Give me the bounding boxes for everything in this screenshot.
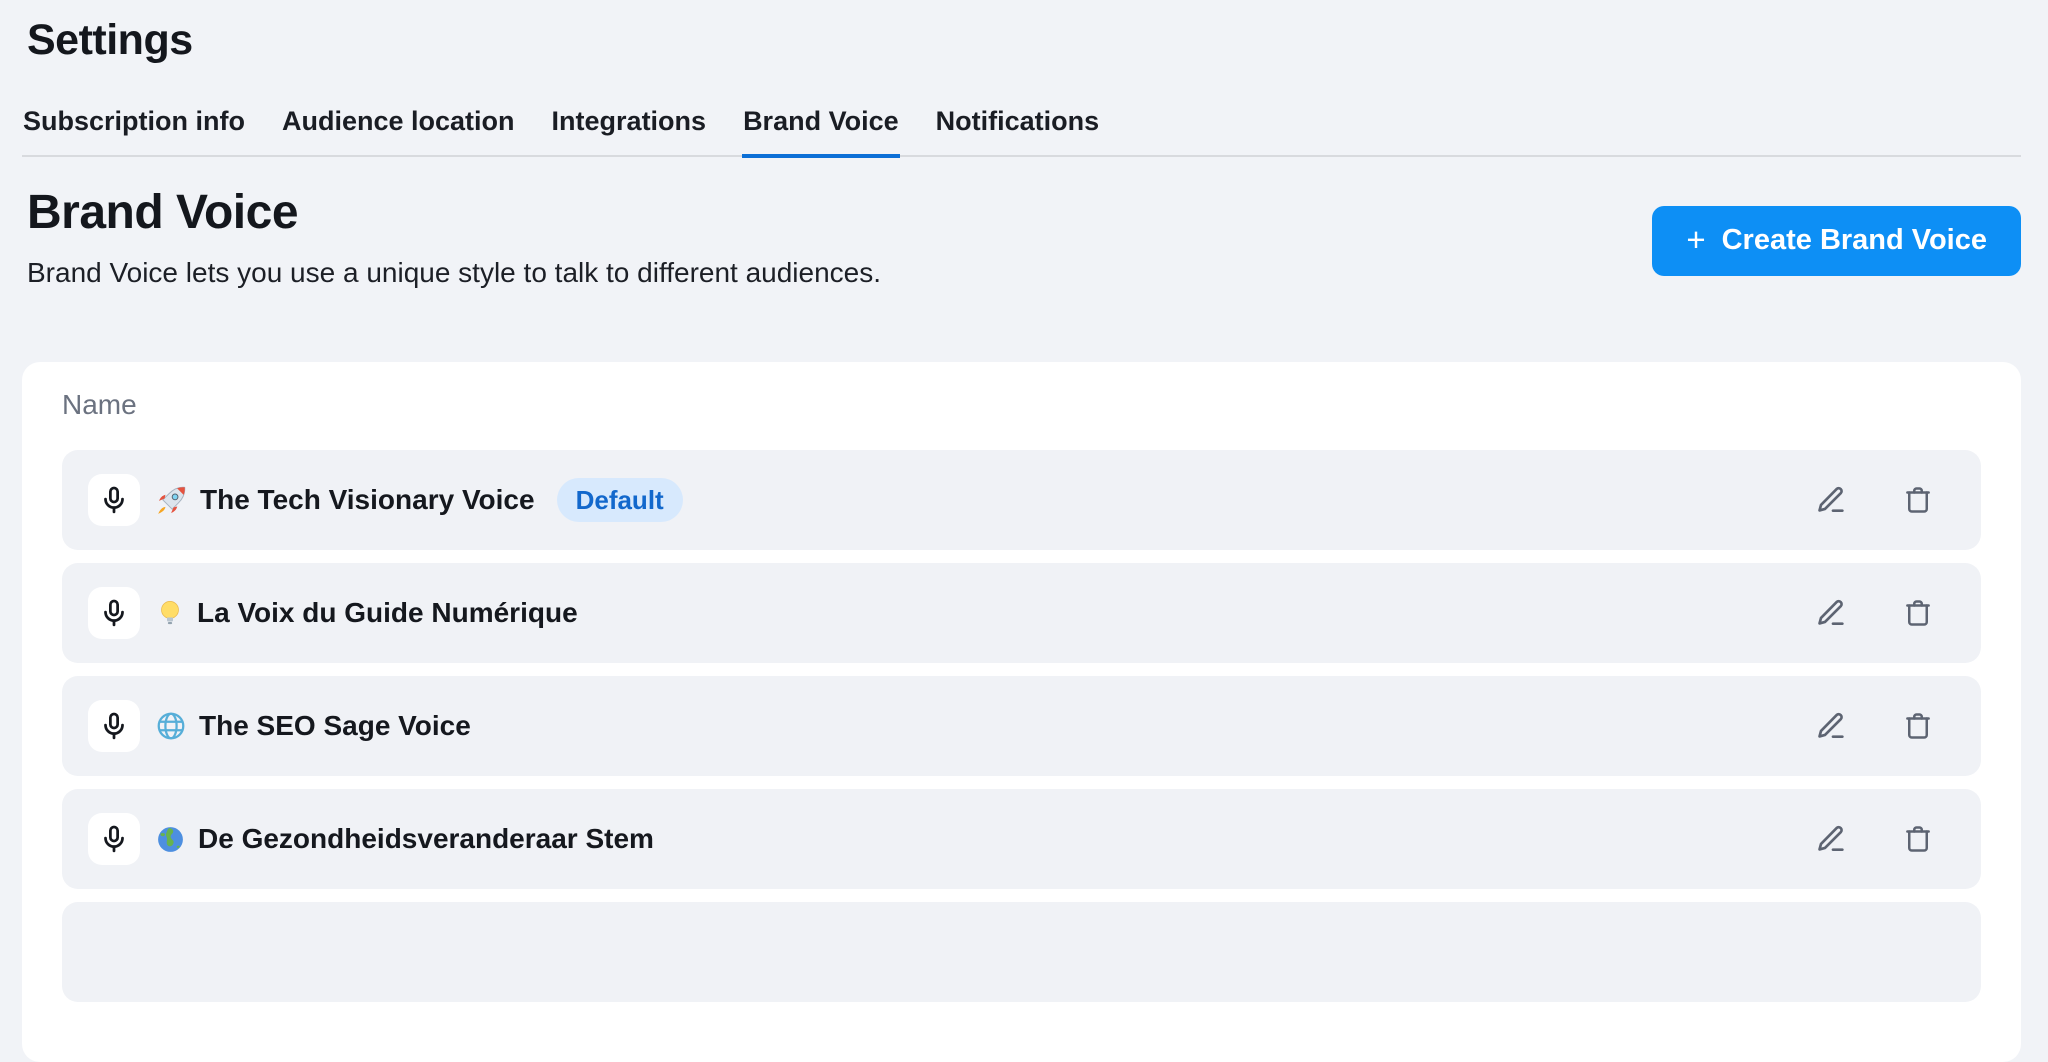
voice-rows: The Tech Visionary Voice Default La Voix d… <box>62 450 1981 1002</box>
voice-avatar <box>88 474 140 526</box>
voice-row: De Gezondheidsveranderaar Stem <box>62 789 1981 889</box>
voice-row: The Tech Visionary Voice Default <box>62 450 1981 550</box>
pencil-icon <box>1815 484 1847 516</box>
plus-icon: + <box>1686 223 1705 256</box>
delete-voice-button[interactable] <box>1903 485 1933 515</box>
voice-name: The SEO Sage Voice <box>199 710 471 742</box>
tab-notifications[interactable]: Notifications <box>935 106 1101 158</box>
delete-voice-button[interactable] <box>1903 598 1933 628</box>
microphone-icon <box>99 824 129 854</box>
trash-icon <box>1903 711 1933 741</box>
brand-voice-heading-block: Brand Voice Brand Voice lets you use a u… <box>27 185 881 290</box>
brand-voice-section-header: Brand Voice Brand Voice lets you use a u… <box>27 185 2021 290</box>
tab-integrations[interactable]: Integrations <box>551 106 708 158</box>
create-brand-voice-label: Create Brand Voice <box>1722 224 1987 257</box>
pencil-icon <box>1815 823 1847 855</box>
rocket-emoji <box>155 484 188 517</box>
section-description: Brand Voice lets you use a unique style … <box>27 256 881 290</box>
default-badge: Default <box>557 478 683 523</box>
voice-avatar <box>88 587 140 639</box>
edit-voice-button[interactable] <box>1815 823 1847 855</box>
create-brand-voice-button[interactable]: + Create Brand Voice <box>1652 206 2021 276</box>
voice-avatar <box>88 813 140 865</box>
tabs: Subscription info Audience location Integr… <box>22 106 2021 157</box>
name-column-header: Name <box>62 390 1981 420</box>
brand-voice-list-card: Name The Tech Visionary Voice Default La V… <box>22 362 2021 1062</box>
earth-globe-emoji <box>155 824 186 855</box>
edit-voice-button[interactable] <box>1815 597 1847 629</box>
edit-voice-button[interactable] <box>1815 710 1847 742</box>
microphone-icon <box>99 711 129 741</box>
voice-row: La Voix du Guide Numérique <box>62 563 1981 663</box>
voice-row: The SEO Sage Voice <box>62 676 1981 776</box>
tab-subscription-info[interactable]: Subscription info <box>22 106 246 158</box>
tab-audience-location[interactable]: Audience location <box>281 106 516 158</box>
delete-voice-button[interactable] <box>1903 824 1933 854</box>
globe-emoji <box>155 710 187 742</box>
trash-icon <box>1903 824 1933 854</box>
settings-page: Settings Subscription info Audience locat… <box>0 0 2048 290</box>
bulb-emoji <box>155 598 185 628</box>
voice-name: De Gezondheidsveranderaar Stem <box>198 823 654 855</box>
tab-brand-voice[interactable]: Brand Voice <box>742 106 900 158</box>
voice-name: The Tech Visionary Voice <box>200 484 535 516</box>
pencil-icon <box>1815 597 1847 629</box>
microphone-icon <box>99 485 129 515</box>
delete-voice-button[interactable] <box>1903 711 1933 741</box>
trash-icon <box>1903 485 1933 515</box>
edit-voice-button[interactable] <box>1815 484 1847 516</box>
voice-avatar <box>88 700 140 752</box>
microphone-icon <box>99 598 129 628</box>
pencil-icon <box>1815 710 1847 742</box>
trash-icon <box>1903 598 1933 628</box>
voice-row-partial <box>62 902 1981 1002</box>
section-heading: Brand Voice <box>27 185 881 240</box>
page-title: Settings <box>27 14 2021 68</box>
voice-name: La Voix du Guide Numérique <box>197 597 578 629</box>
